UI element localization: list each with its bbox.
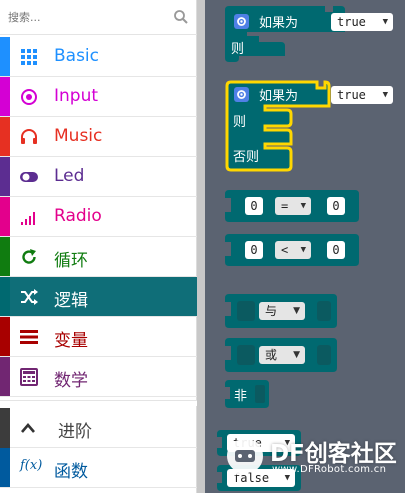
blocks-flyout: 如果为 true ▼ 则 如果为 true ▼ 则 否则 0 = ▼ 0 0 <… (205, 0, 405, 493)
chevron-up-icon (21, 423, 35, 433)
right-operand[interactable]: 0 (327, 241, 345, 259)
category-music[interactable]: Music (0, 117, 197, 157)
category-variables[interactable]: 变量 (0, 317, 197, 357)
category-functions[interactable]: f(x) 函数 (0, 448, 197, 488)
operator-dropdown[interactable]: 与 ▼ (259, 302, 305, 320)
category-color-stripe (0, 77, 10, 116)
toolbox-scrollbar[interactable] (197, 0, 205, 493)
if-then-block[interactable]: 如果为 true ▼ 则 (225, 6, 400, 62)
compare-equals-block[interactable]: 0 = ▼ 0 (225, 188, 365, 224)
target-icon (21, 89, 37, 105)
category-advanced[interactable]: 进阶 (0, 408, 197, 448)
category-color-stripe (0, 237, 10, 276)
dropdown-arrow-icon: ▼ (382, 17, 388, 27)
category-label: 变量 (54, 331, 88, 351)
list-lines-icon (20, 330, 38, 344)
calculator-icon (20, 368, 38, 386)
dropdown-arrow-icon: ▼ (293, 350, 300, 360)
operator-dropdown[interactable]: 或 ▼ (259, 346, 305, 364)
left-operand[interactable]: 0 (245, 241, 263, 259)
if-label: 如果为 (259, 16, 299, 31)
category-color-stripe (0, 197, 10, 236)
category-label: Radio (54, 206, 102, 226)
category-color-stripe (0, 157, 10, 196)
category-color-stripe (0, 37, 10, 76)
operator-value: 与 (265, 304, 278, 318)
category-input[interactable]: Input (0, 77, 197, 117)
category-radio[interactable]: Radio (0, 197, 197, 237)
shuffle-icon (21, 289, 38, 305)
condition-dropdown[interactable]: true ▼ (331, 13, 393, 31)
left-operand[interactable]: 0 (245, 197, 263, 215)
toolbox-sidebar: Basic Input Music Led (0, 0, 197, 493)
search-icon[interactable] (173, 9, 189, 25)
then-label: 则 (231, 42, 245, 57)
watermark-url: www.DFRobot.com.cn (272, 464, 387, 475)
if-label: 如果为 (259, 89, 299, 104)
category-label: Input (54, 86, 99, 106)
gear-icon[interactable] (234, 14, 249, 29)
category-logic[interactable]: 逻辑 (0, 277, 197, 317)
dropdown-arrow-icon: ▼ (382, 90, 388, 100)
condition-dropdown[interactable]: true ▼ (331, 86, 393, 104)
category-math[interactable]: 数学 (0, 357, 197, 397)
compare-less-than-block[interactable]: 0 < ▼ 0 (225, 232, 365, 268)
operator-value: = (281, 199, 289, 213)
category-color-stripe (0, 117, 10, 156)
toggle-icon (20, 172, 38, 182)
dfrobot-watermark: DF创客社区 www.DFRobot.com.cn (222, 432, 405, 488)
category-label: 函数 (54, 462, 88, 482)
right-operand[interactable]: 0 (327, 197, 345, 215)
category-loops[interactable]: 循环 (0, 237, 197, 277)
condition-value: true (337, 15, 366, 29)
dfrobot-logo-icon (227, 439, 263, 476)
not-label: 非 (234, 389, 248, 404)
watermark-text: DF创客社区 (270, 441, 397, 467)
signal-bars-icon (21, 212, 35, 225)
operator-value: < (281, 243, 289, 257)
operator-dropdown[interactable]: = ▼ (275, 197, 311, 215)
category-color-stripe (0, 357, 10, 396)
search-bar (0, 0, 197, 35)
if-else-block[interactable]: 如果为 true ▼ 则 否则 (225, 80, 400, 176)
section-divider (0, 400, 197, 406)
operator-value: 或 (265, 348, 278, 362)
category-color-stripe (0, 317, 10, 356)
not-block[interactable]: 非 (225, 380, 285, 408)
refresh-icon (22, 249, 36, 264)
dropdown-arrow-icon: ▼ (300, 201, 306, 211)
headphones-icon (21, 129, 37, 144)
operator-dropdown[interactable]: < ▼ (275, 241, 311, 259)
grid-icon (21, 49, 37, 65)
category-label: 数学 (54, 371, 88, 391)
gear-icon[interactable] (234, 87, 249, 102)
dropdown-arrow-icon: ▼ (293, 306, 300, 316)
category-label: Music (54, 126, 103, 146)
category-label: 循环 (54, 251, 88, 271)
category-label: Basic (54, 46, 100, 66)
category-basic[interactable]: Basic (0, 37, 197, 77)
and-block[interactable]: 与 ▼ (225, 294, 345, 328)
then-label: 则 (233, 115, 247, 130)
category-color-stripe (0, 277, 10, 316)
category-label: 进阶 (58, 422, 92, 442)
search-input[interactable] (8, 8, 158, 26)
category-led[interactable]: Led (0, 157, 197, 197)
dropdown-arrow-icon: ▼ (300, 245, 306, 255)
or-block[interactable]: 或 ▼ (225, 338, 345, 372)
category-color-stripe (0, 408, 10, 448)
fx-icon: f(x) (20, 458, 43, 473)
category-label: 逻辑 (54, 291, 88, 311)
condition-value: true (337, 88, 366, 102)
category-color-stripe (0, 448, 10, 487)
category-label: Led (54, 166, 85, 186)
else-label: 否则 (233, 150, 260, 165)
